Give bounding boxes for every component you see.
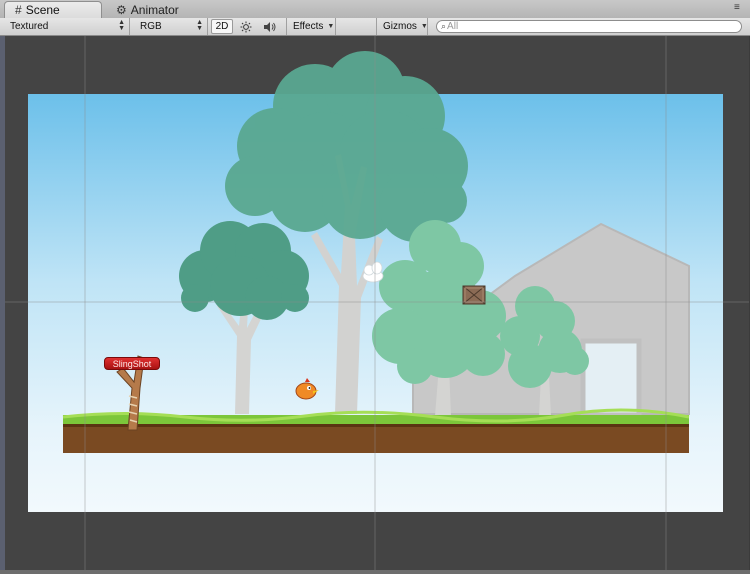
- scene-tab-strip: # Scene ⚙ Animator ≡: [0, 0, 750, 18]
- grid-icon: #: [15, 3, 22, 17]
- sun-icon: [240, 21, 252, 32]
- updown-arrows-icon: ▲ ▼: [196, 19, 203, 32]
- draw-mode-value: Textured: [10, 21, 49, 32]
- mode-2d-label: 2D: [215, 21, 229, 32]
- render-mode-value: RGB: [140, 21, 162, 32]
- gizmos-dropdown[interactable]: Gizmos ▼: [376, 18, 428, 35]
- audio-toggle[interactable]: [260, 19, 280, 34]
- effects-dropdown[interactable]: Effects ▼: [286, 18, 336, 35]
- lighting-toggle[interactable]: [236, 19, 256, 34]
- tab-scene-label: Scene: [25, 3, 60, 17]
- effects-label: Effects: [293, 21, 324, 32]
- slingshot-label: SlingShot: [104, 357, 160, 370]
- slingshot-label-text: SlingShot: [112, 358, 152, 369]
- updown-arrows-icon: ▲ ▼: [118, 19, 125, 32]
- bird[interactable]: [295, 378, 319, 400]
- render-mode-dropdown[interactable]: RGB ▲ ▼: [134, 18, 208, 35]
- draw-mode-dropdown[interactable]: Textured ▲ ▼: [4, 18, 130, 35]
- left-tree[interactable]: [179, 221, 309, 414]
- scene-artwork: [5, 36, 749, 570]
- caret-down-icon: ▼: [327, 23, 335, 30]
- tab-animator[interactable]: ⚙ Animator: [106, 1, 196, 18]
- search-placeholder: All: [447, 21, 459, 32]
- animator-icon: ⚙: [116, 2, 127, 17]
- mode-2d-toggle[interactable]: 2D: [211, 19, 233, 34]
- tab-scene[interactable]: # Scene: [4, 1, 102, 18]
- viewport-bottom-border: [0, 570, 750, 574]
- search-icon: ⌕: [441, 21, 447, 31]
- tab-animator-label: Animator: [130, 2, 179, 17]
- window-menu-icon[interactable]: ≡: [734, 3, 744, 13]
- search-field[interactable]: ⌕ All: [436, 20, 742, 33]
- scene-viewport[interactable]: SlingShot: [5, 36, 749, 570]
- caret-down-icon: ▼: [420, 23, 428, 30]
- ground[interactable]: [62, 408, 690, 453]
- speaker-icon: [264, 21, 276, 32]
- scene-toolbar: Textured ▲▼ RGB ▲▼ 2D Effects ▼ Gizmos: [0, 18, 750, 36]
- gizmos-label: Gizmos: [383, 21, 417, 32]
- crate[interactable]: [462, 285, 486, 305]
